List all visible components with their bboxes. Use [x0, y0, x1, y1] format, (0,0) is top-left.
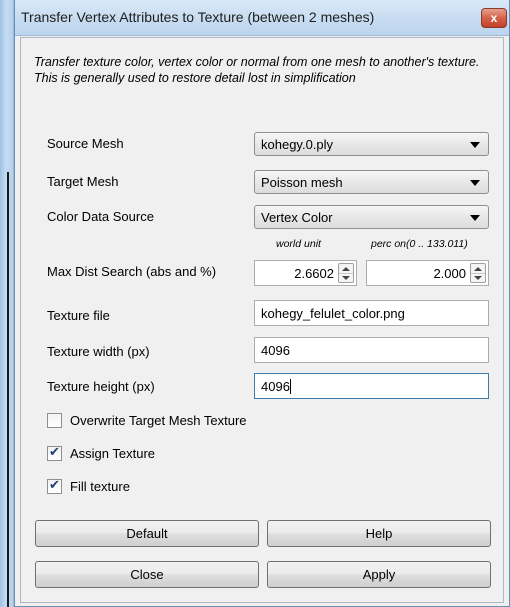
max-dist-percent-value: 2.000: [433, 266, 466, 281]
assign-texture-label: Assign Texture: [70, 446, 156, 461]
texture-width-value: 4096: [261, 343, 290, 358]
close-button[interactable]: Close: [35, 561, 259, 588]
chevron-down-icon: [470, 180, 480, 186]
window-title: Transfer Vertex Attributes to Texture (b…: [21, 9, 375, 25]
texture-file-label: Texture file: [47, 308, 110, 323]
help-button[interactable]: Help: [267, 520, 491, 547]
target-mesh-value: Poisson mesh: [261, 175, 343, 190]
color-source-value: Vertex Color: [261, 210, 333, 225]
title-bar[interactable]: Transfer Vertex Attributes to Texture (b…: [15, 0, 509, 36]
spin-buttons[interactable]: [470, 263, 486, 283]
close-icon: x: [490, 11, 498, 25]
spin-divider: [339, 273, 353, 274]
default-button[interactable]: Default: [35, 520, 259, 547]
texture-width-input[interactable]: 4096: [254, 337, 489, 363]
background-window-edge: [0, 0, 14, 607]
text-cursor: [289, 379, 291, 394]
target-mesh-label: Target Mesh: [47, 174, 119, 189]
texture-width-label: Texture width (px): [47, 344, 150, 359]
texture-file-value: kohegy_felulet_color.png: [261, 306, 405, 321]
fill-texture-label: Fill texture: [70, 479, 130, 494]
spin-up-icon[interactable]: [342, 267, 350, 271]
max-dist-label: Max Dist Search (abs and %): [47, 264, 217, 279]
filter-dialog: Transfer Vertex Attributes to Texture (b…: [14, 0, 510, 607]
texture-height-label: Texture height (px): [47, 379, 155, 394]
spin-divider: [471, 273, 485, 274]
texture-file-input[interactable]: kohegy_felulet_color.png: [254, 300, 489, 326]
texture-height-value: 4096: [261, 379, 290, 394]
source-mesh-combo[interactable]: kohegy.0.ply: [254, 132, 489, 156]
texture-height-input[interactable]: 4096: [254, 373, 489, 399]
max-dist-abs-value: 2.6602: [294, 266, 334, 281]
chevron-down-icon: [470, 142, 480, 148]
max-dist-percent-spinbox[interactable]: 2.000: [366, 260, 489, 286]
checked-box-icon[interactable]: ✔: [47, 477, 62, 494]
unchecked-box-icon[interactable]: [47, 413, 62, 428]
percent-range-caption: perc on(0 .. 133.011): [371, 238, 468, 250]
color-source-combo[interactable]: Vertex Color: [254, 205, 489, 229]
spin-up-icon[interactable]: [474, 267, 482, 271]
close-window-button[interactable]: x: [481, 8, 507, 28]
checkmark-icon: ✔: [49, 444, 60, 459]
chevron-down-icon: [470, 215, 480, 221]
filter-description: Transfer texture color, vertex color or …: [34, 55, 480, 85]
source-mesh-value: kohegy.0.ply: [261, 137, 334, 152]
spin-down-icon[interactable]: [342, 276, 350, 280]
max-dist-abs-spinbox[interactable]: 2.6602: [254, 260, 357, 286]
world-unit-caption: world unit: [276, 238, 321, 250]
spin-buttons[interactable]: [338, 263, 354, 283]
checked-box-icon[interactable]: ✔: [47, 444, 62, 461]
apply-button[interactable]: Apply: [267, 561, 491, 588]
color-source-label: Color Data Source: [47, 209, 154, 224]
background-divider: [7, 172, 9, 607]
checkmark-icon: ✔: [49, 477, 60, 492]
target-mesh-combo[interactable]: Poisson mesh: [254, 170, 489, 194]
spin-down-icon[interactable]: [474, 276, 482, 280]
dialog-body: Transfer texture color, vertex color or …: [20, 37, 504, 603]
overwrite-texture-label: Overwrite Target Mesh Texture: [70, 413, 247, 428]
source-mesh-label: Source Mesh: [47, 136, 124, 151]
